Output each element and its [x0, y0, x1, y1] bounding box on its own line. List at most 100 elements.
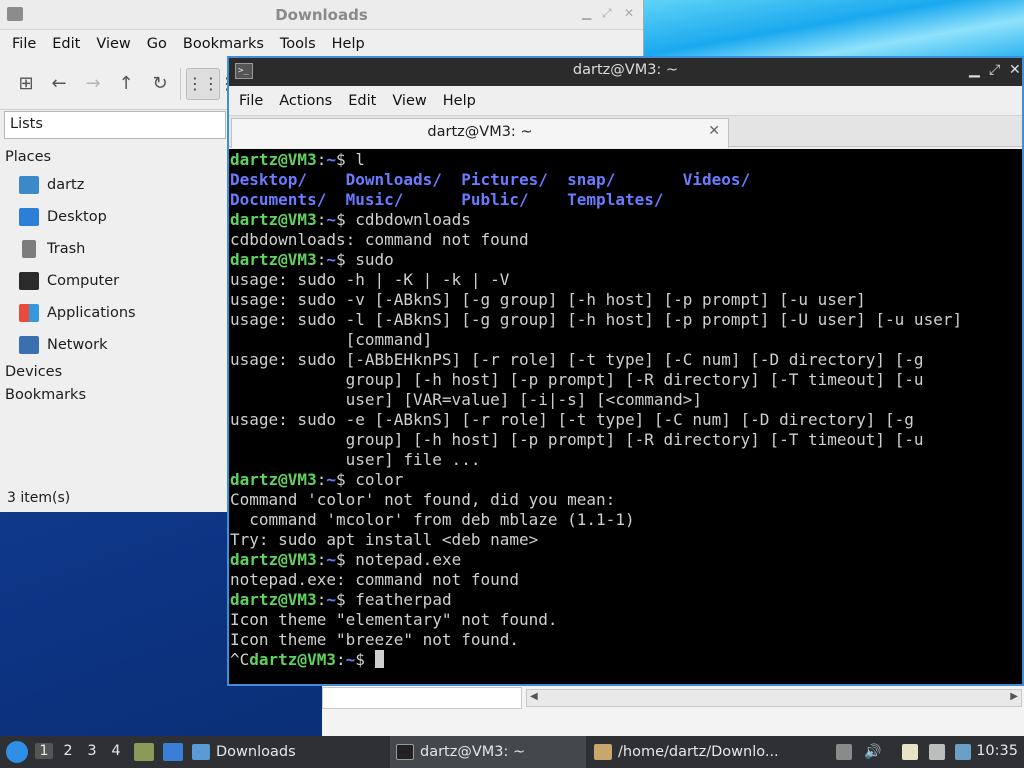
app-menu-icon[interactable] — [6, 741, 28, 763]
file-manager-launcher-icon[interactable] — [134, 743, 154, 761]
sidebar-item-network[interactable]: Network — [0, 329, 228, 361]
sidebar-item-computer[interactable]: Computer — [0, 265, 228, 297]
status-bar: 3 item(s) — [7, 490, 71, 506]
sidebar-item-dartz[interactable]: dartz — [0, 169, 228, 201]
minimize-icon[interactable]: ▁ — [969, 62, 980, 78]
output-text: command 'mcolor' from deb mblaze (1.1-1) — [230, 510, 635, 529]
directory-entry: Downloads/ — [345, 170, 442, 189]
directory-entry: Templates/ — [567, 190, 664, 209]
workspace-1[interactable]: 1 — [35, 743, 53, 759]
terminal-output[interactable]: dartz@VM3:~$ l Desktop/ Downloads/ Pictur… — [229, 149, 1022, 684]
new-tab-icon[interactable]: ⊞ — [14, 72, 38, 96]
output-text: usage: sudo [-ABbEHknPS] [-r role] [-t t… — [230, 350, 924, 369]
prompt-user: dartz@VM3 — [230, 150, 317, 169]
terminal-line: usage: sudo -l [-ABknS] [-g group] [-h h… — [230, 310, 1022, 330]
tab-close-icon[interactable]: ✕ — [708, 123, 720, 139]
network-icon — [19, 336, 39, 354]
task-downloads[interactable]: Downloads — [192, 736, 382, 768]
computer-icon — [19, 272, 39, 290]
tab-terminal[interactable]: dartz@VM3: ~ ✕ — [231, 118, 729, 148]
directory-entry: Public/ — [461, 190, 529, 209]
icon-view-grid-icon[interactable]: ⋮⋮⋮ — [186, 68, 235, 100]
terminal-line: Icon theme "elementary" not found. — [230, 610, 1022, 630]
menu-view[interactable]: View — [384, 93, 434, 109]
terminal-line: Desktop/ Downloads/ Pictures/ snap/ Vide… — [230, 170, 1022, 190]
file-manager-titlebar[interactable]: Downloads ▁ ⤢ ✕ — [0, 0, 643, 30]
minimize-icon[interactable]: ▁ — [582, 6, 591, 20]
output-text: usage: sudo -e [-ABknS] [-r role] [-t ty… — [230, 410, 914, 429]
updates-icon[interactable] — [955, 744, 971, 760]
network-status-icon[interactable] — [929, 744, 945, 760]
menu-help[interactable]: Help — [435, 93, 484, 109]
workspace-4[interactable]: 4 — [107, 743, 125, 759]
reload-icon[interactable]: ↻ — [148, 72, 172, 96]
menu-edit[interactable]: Edit — [44, 36, 88, 52]
directory-entry: snap/ — [567, 170, 616, 189]
menu-edit[interactable]: Edit — [340, 93, 384, 109]
directory-entry: Videos/ — [682, 170, 751, 189]
prompt-path: ~ — [345, 650, 356, 669]
text-cursor — [374, 650, 384, 668]
terminal-line: ^Cdartz@VM3:~$ — [230, 650, 1022, 670]
output-text: [command] — [230, 330, 433, 349]
prompt-path: ~ — [326, 470, 336, 489]
menu-tools[interactable]: Tools — [272, 36, 324, 52]
maximize-icon[interactable]: ⤢ — [989, 62, 1000, 78]
tab-label: dartz@VM3: ~ — [427, 124, 533, 140]
terminal-line: dartz@VM3:~$ sudo — [230, 250, 394, 269]
clock[interactable]: 10:35 — [976, 743, 1018, 759]
menu-file[interactable]: File — [231, 93, 271, 109]
window-title: Downloads — [275, 6, 368, 24]
devices-header[interactable]: Devices — [0, 361, 228, 384]
menu-bookmarks[interactable]: Bookmarks — [175, 36, 272, 52]
menu-go[interactable]: Go — [139, 36, 175, 52]
workspace-2[interactable]: 2 — [59, 743, 77, 759]
menu-file[interactable]: File — [4, 36, 44, 52]
terminal-line: group] [-h host] [-p prompt] [-R directo… — [230, 430, 1022, 450]
forward-arrow-icon[interactable]: → — [81, 72, 105, 96]
up-arrow-icon[interactable]: ↑ — [114, 72, 138, 96]
close-icon[interactable]: ✕ — [1009, 62, 1021, 78]
home-folder-icon — [19, 176, 39, 194]
prompt-user: dartz@VM3 — [230, 550, 317, 569]
output-text: user] file ... — [230, 450, 481, 469]
sidebar-item-trash[interactable]: Trash — [0, 233, 228, 265]
terminal-line: dartz@VM3:~$ cdbdownloads — [230, 210, 471, 229]
task-terminal[interactable]: dartz@VM3: ~ — [390, 736, 586, 768]
back-arrow-icon[interactable]: ← — [47, 72, 71, 96]
terminal-line: dartz@VM3:~$ featherpad — [230, 590, 452, 609]
folder-icon — [192, 744, 210, 760]
horizontal-scrollbar[interactable]: ◀ ▶ — [526, 689, 1022, 707]
menu-actions[interactable]: Actions — [271, 93, 340, 109]
notes-icon[interactable] — [902, 744, 918, 760]
workspace-3[interactable]: 3 — [83, 743, 101, 759]
terminal-titlebar[interactable]: >_ dartz@VM3: ~ ▁ ⤢ ✕ — [229, 58, 1022, 86]
bookmarks-header[interactable]: Bookmarks — [0, 384, 228, 407]
clipboard-icon[interactable] — [836, 744, 852, 760]
terminal-menubar: File Actions Edit View Help — [229, 86, 1022, 116]
close-icon[interactable]: ✕ — [624, 6, 634, 20]
maximize-icon[interactable]: ⤢ — [602, 6, 612, 21]
output-text: Command 'color' not found, did you mean: — [230, 490, 616, 509]
show-desktop-icon[interactable] — [163, 743, 183, 761]
output-text: cdbdownloads: command not found — [230, 230, 529, 249]
scroll-left-icon[interactable]: ◀ — [530, 691, 538, 702]
volume-icon[interactable]: 🔊 — [864, 744, 881, 760]
prompt-path: ~ — [326, 550, 336, 569]
menu-help[interactable]: Help — [324, 36, 373, 52]
terminal-line: group] [-h host] [-p prompt] [-R directo… — [230, 370, 1022, 390]
output-text: user] [VAR=value] [-i|-s] [<command>] — [230, 390, 703, 409]
side-pane-mode-selector[interactable]: Lists — [4, 111, 226, 139]
sidebar-item-desktop[interactable]: Desktop — [0, 201, 228, 233]
menu-view[interactable]: View — [88, 36, 138, 52]
background-editor-window: ◀ ▶ — [322, 680, 1024, 736]
command-text: notepad.exe — [355, 550, 462, 569]
terminal-tabbar: dartz@VM3: ~ ✕ — [229, 116, 1022, 148]
task-text-editor[interactable]: /home/dartz/Downlo... — [594, 736, 790, 768]
output-text: group] [-h host] [-p prompt] [-R directo… — [230, 430, 924, 449]
prompt-path: ~ — [326, 210, 336, 229]
prompt-user: dartz@VM3 — [230, 470, 317, 489]
sidebar-item-applications[interactable]: Applications — [0, 297, 228, 329]
scroll-right-icon[interactable]: ▶ — [1010, 691, 1018, 702]
terminal-line: usage: sudo -h | -K | -k | -V — [230, 270, 1022, 290]
